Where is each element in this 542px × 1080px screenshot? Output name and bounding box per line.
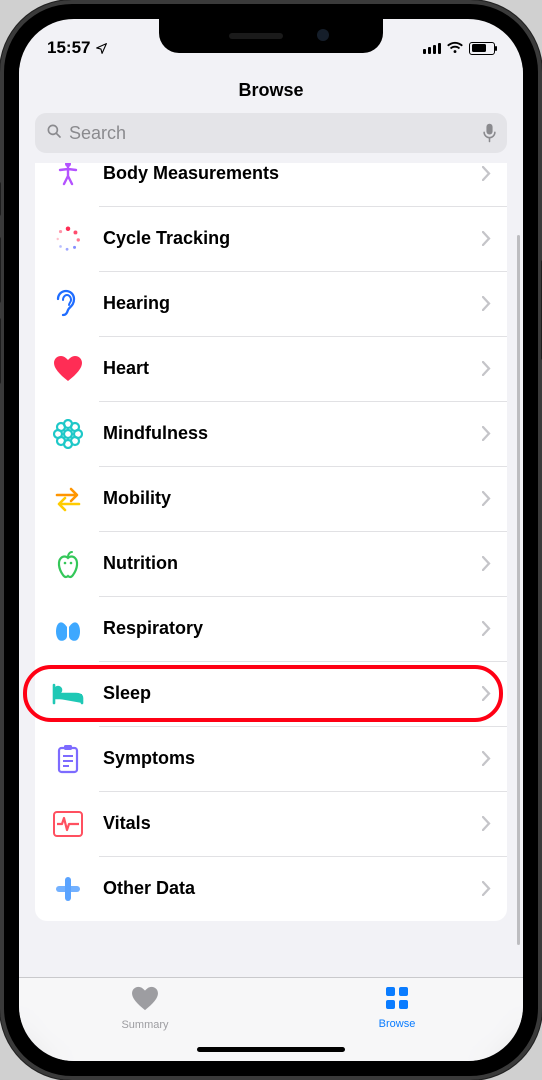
home-indicator[interactable]: [197, 1047, 345, 1052]
list-item-label: Heart: [103, 358, 482, 379]
page-title-text: Browse: [238, 80, 303, 101]
list-item-symptoms[interactable]: Symptoms: [35, 726, 507, 791]
chevron-right-icon: [482, 166, 491, 181]
chevron-right-icon: [482, 686, 491, 701]
tab-summary[interactable]: Summary: [19, 986, 271, 1031]
list-item-label: Mobility: [103, 488, 482, 509]
search-input[interactable]: Search: [35, 113, 507, 153]
grid-icon: [385, 986, 409, 1015]
chevron-right-icon: [482, 816, 491, 831]
notch: [159, 19, 383, 53]
list-item-label: Vitals: [103, 813, 482, 834]
heart-fill-icon: [131, 986, 159, 1016]
list-item-label: Body Measurements: [103, 163, 482, 184]
person-arms-icon: [51, 163, 85, 191]
list-item-body-measurements[interactable]: Body Measurements: [35, 163, 507, 206]
chevron-right-icon: [482, 881, 491, 896]
flower-icon: [51, 417, 85, 451]
heart-icon: [51, 352, 85, 386]
status-time: 15:57: [47, 38, 90, 58]
mic-icon[interactable]: [482, 123, 497, 143]
apple-icon: [51, 547, 85, 581]
list-item-label: Hearing: [103, 293, 482, 314]
list-item-heart[interactable]: Heart: [35, 336, 507, 401]
search-placeholder: Search: [69, 123, 482, 144]
chevron-right-icon: [482, 751, 491, 766]
list-item-cycle-tracking[interactable]: Cycle Tracking: [35, 206, 507, 271]
list-item-label: Mindfulness: [103, 423, 482, 444]
list-item-label: Nutrition: [103, 553, 482, 574]
location-services-icon: [95, 42, 108, 55]
list-item-nutrition[interactable]: Nutrition: [35, 531, 507, 596]
device-frame: 15:57 Browse Search: [0, 0, 542, 1080]
categories-list: Body Measurements: [35, 163, 507, 921]
chevron-right-icon: [482, 296, 491, 311]
content-scroll[interactable]: Body Measurements: [19, 163, 523, 977]
screen: 15:57 Browse Search: [19, 19, 523, 1061]
list-item-label: Sleep: [103, 683, 482, 704]
list-item-respiratory[interactable]: Respiratory: [35, 596, 507, 661]
ecg-icon: [51, 807, 85, 841]
list-item-hearing[interactable]: Hearing: [35, 271, 507, 336]
cycle-dots-icon: [51, 222, 85, 256]
list-item-label: Respiratory: [103, 618, 482, 639]
list-item-mindfulness[interactable]: Mindfulness: [35, 401, 507, 466]
chevron-right-icon: [482, 491, 491, 506]
plus-icon: [51, 872, 85, 906]
tab-label: Summary: [121, 1019, 168, 1031]
cellular-signal-icon: [423, 42, 441, 54]
search-icon: [45, 122, 63, 145]
list-item-mobility[interactable]: Mobility: [35, 466, 507, 531]
list-item-sleep[interactable]: Sleep: [35, 661, 507, 726]
ear-icon: [51, 287, 85, 321]
list-item-label: Symptoms: [103, 748, 482, 769]
chevron-right-icon: [482, 621, 491, 636]
battery-icon: [469, 42, 495, 55]
clipboard-icon: [51, 742, 85, 776]
arrows-icon: [51, 482, 85, 516]
search-container: Search: [19, 113, 523, 163]
chevron-right-icon: [482, 556, 491, 571]
volume-down: [0, 318, 1, 384]
volume-up: [0, 237, 1, 303]
scroll-indicator[interactable]: [517, 235, 520, 945]
tab-label: Browse: [379, 1018, 416, 1030]
mute-switch: [0, 182, 1, 216]
tab-browse[interactable]: Browse: [271, 986, 523, 1030]
bed-icon: [51, 677, 85, 711]
list-item-other-data[interactable]: Other Data: [35, 856, 507, 921]
chevron-right-icon: [482, 361, 491, 376]
list-item-vitals[interactable]: Vitals: [35, 791, 507, 856]
list-item-label: Other Data: [103, 878, 482, 899]
page-title: Browse: [19, 67, 523, 113]
chevron-right-icon: [482, 426, 491, 441]
wifi-icon: [446, 38, 464, 58]
chevron-right-icon: [482, 231, 491, 246]
lungs-icon: [51, 612, 85, 646]
list-item-label: Cycle Tracking: [103, 228, 482, 249]
